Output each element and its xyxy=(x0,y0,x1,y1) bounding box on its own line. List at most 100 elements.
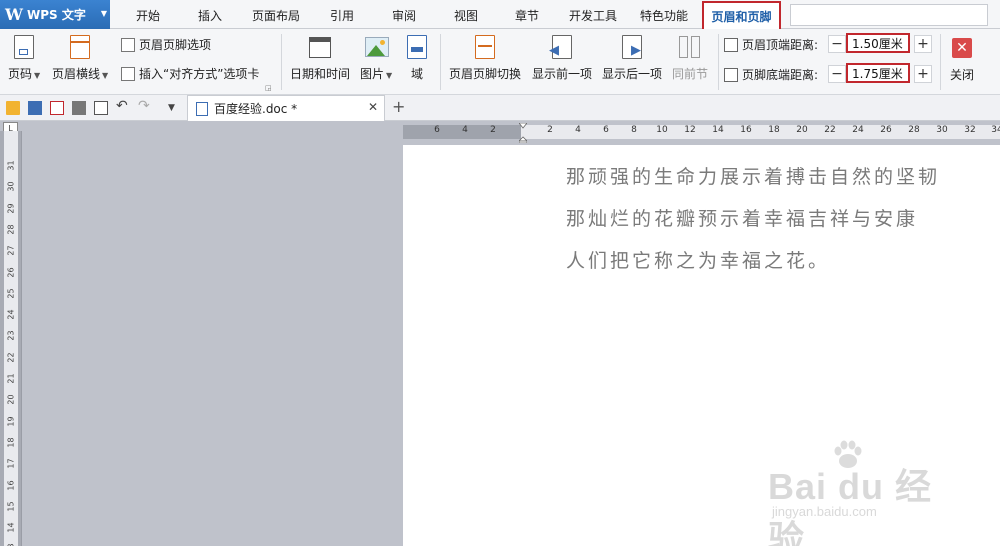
ruler-tick-label: 4 xyxy=(462,125,468,135)
ruler-tick-label: 14 xyxy=(712,125,724,135)
indent-marker-icon[interactable] xyxy=(519,123,527,143)
ruler-tick-label: 8 xyxy=(631,125,637,135)
footer-bottom-distance-input[interactable]: 1.75厘米 xyxy=(846,63,910,83)
ruler-tick-label: 15 xyxy=(6,501,16,512)
date-time-button[interactable]: 日期和时间 xyxy=(290,35,350,82)
chevron-down-icon: ▼ xyxy=(386,71,393,80)
app-menu-button[interactable]: W WPS 文字 ▼ xyxy=(0,0,110,29)
calendar-icon xyxy=(309,35,331,59)
field-button[interactable]: 域 xyxy=(406,35,428,82)
arrow-right-icon: ▶ xyxy=(621,35,643,59)
document-icon xyxy=(196,101,208,116)
footer-distance-decrease-button[interactable]: − xyxy=(828,65,846,83)
picture-button[interactable]: 图片 ▼ xyxy=(360,35,392,82)
tab-view[interactable]: 视图 xyxy=(454,7,478,24)
search-input[interactable] xyxy=(790,4,988,26)
header-top-distance-text: 页眉顶端距离: xyxy=(742,38,819,52)
quick-access-bar: ↶ ↷ ▼ 百度经验.doc * ✕ + xyxy=(0,95,1000,121)
header-distance-increase-button[interactable]: + xyxy=(914,35,932,53)
footer-bottom-distance-label: 页脚底端距离: xyxy=(724,66,818,83)
save-icon[interactable] xyxy=(28,101,42,115)
ruler-tick-label: 18 xyxy=(768,125,780,135)
ruler-tick-label: 6 xyxy=(434,125,440,135)
export-pdf-icon[interactable] xyxy=(50,101,64,115)
document-tab-name: 百度经验.doc * xyxy=(214,102,298,116)
ruler-tick-label: 14 xyxy=(6,522,16,533)
ribbon: 页码 ▼ 页眉横线 ▼ 页眉页脚选项 插入“对齐方式”选项卡 ◲ 日期和时间 图片 ▼ xyxy=(0,29,1000,95)
show-previous-button[interactable]: ◀ 显示前一项 xyxy=(532,35,592,82)
ruler-tick-label: 34 xyxy=(991,125,1000,135)
horizontal-ruler[interactable]: 6 4 2 2 4 6 8 10 12 14 16 18 20 22 24 26 28 30 32 34 xyxy=(403,121,1000,145)
ruler-tick-label: 24 xyxy=(6,309,16,320)
switch-header-footer-button[interactable]: 页眉页脚切换 xyxy=(449,35,521,82)
watermark-url: jingyan.baidu.com xyxy=(772,504,877,519)
ruler-tick-label: 28 xyxy=(6,224,16,235)
ruler-tick-label: 27 xyxy=(6,245,16,256)
header-top-distance-input[interactable]: 1.50厘米 xyxy=(846,33,910,53)
ruler-tick-label: 26 xyxy=(6,266,16,278)
footer-distance-icon xyxy=(724,67,738,82)
ruler-tick-label: 19 xyxy=(6,416,16,427)
print-preview-icon[interactable] xyxy=(94,101,108,115)
ruler-tick-label: 17 xyxy=(6,458,16,469)
page-number-button[interactable]: 页码 ▼ xyxy=(8,35,40,82)
header-line-label: 页眉横线 xyxy=(52,67,101,81)
ruler-tick-label: 10 xyxy=(656,125,668,135)
vertical-ruler[interactable]: 31 30 29 28 27 26 25 24 23 22 21 20 19 18 17 16 15 14 13 xyxy=(0,131,22,546)
footer-distance-increase-button[interactable]: + xyxy=(914,65,932,83)
tab-review[interactable]: 审阅 xyxy=(392,7,416,24)
footer-bottom-distance-text: 页脚底端距离: xyxy=(742,68,819,82)
ruler-tick-label: 24 xyxy=(852,125,864,135)
header-distance-icon xyxy=(724,37,738,52)
date-time-label: 日期和时间 xyxy=(290,67,351,81)
ruler-tick-label: 22 xyxy=(824,125,836,135)
tab-header-footer[interactable]: 页眉和页脚 xyxy=(702,1,781,30)
dialog-launcher-icon[interactable]: ◲ xyxy=(265,84,272,92)
new-tab-icon[interactable]: + xyxy=(392,97,405,116)
tab-home[interactable]: 开始 xyxy=(136,7,160,24)
header-footer-options-button[interactable]: 页眉页脚选项 xyxy=(121,36,211,53)
ruler-tick-label: 28 xyxy=(908,125,920,135)
tab-chapter[interactable]: 章节 xyxy=(515,7,539,24)
ruler-tick-label: 20 xyxy=(6,394,16,405)
show-next-label: 显示后一项 xyxy=(602,67,663,81)
close-tab-icon[interactable]: ✕ xyxy=(368,100,378,114)
document-tab[interactable]: 百度经验.doc * ✕ xyxy=(187,95,385,121)
app-name: WPS 文字 xyxy=(26,8,86,22)
document-line: 那顽强的生命力展示着搏击自然的坚韧 xyxy=(566,166,941,188)
divider xyxy=(281,34,282,90)
tab-page-layout[interactable]: 页面布局 xyxy=(252,7,300,24)
show-next-button[interactable]: ▶ 显示后一项 xyxy=(602,35,662,82)
print-icon[interactable] xyxy=(72,101,86,115)
ruler-tick-label: 16 xyxy=(6,479,16,491)
ruler-tick-label: 29 xyxy=(6,203,16,214)
header-distance-decrease-button[interactable]: − xyxy=(828,35,846,53)
insert-align-tab-label: 插入“对齐方式”选项卡 xyxy=(139,67,260,81)
tab-insert[interactable]: 插入 xyxy=(198,7,222,24)
header-line-button[interactable]: 页眉横线 ▼ xyxy=(52,35,108,82)
customize-toolbar-icon[interactable]: ▼ xyxy=(168,103,182,117)
ruler-tick-label: 26 xyxy=(880,125,892,135)
tab-developer[interactable]: 开发工具 xyxy=(569,7,617,24)
ruler-tick-label: 21 xyxy=(6,373,16,384)
chevron-down-icon: ▼ xyxy=(100,9,107,18)
ruler-tick-label: 2 xyxy=(490,125,496,135)
open-folder-icon[interactable] xyxy=(6,101,20,115)
undo-icon[interactable]: ↶ xyxy=(116,98,130,114)
page-number-icon xyxy=(13,35,35,59)
switch-icon xyxy=(474,35,496,59)
redo-icon[interactable]: ↷ xyxy=(138,98,152,114)
menu-bar: W WPS 文字 ▼ 开始 插入 页面布局 引用 审阅 视图 章节 开发工具 特… xyxy=(0,0,1000,30)
tab-references[interactable]: 引用 xyxy=(330,7,354,24)
picture-label: 图片 xyxy=(360,67,385,81)
tab-special-features[interactable]: 特色功能 xyxy=(640,7,688,24)
close-header-footer-button[interactable]: ✕ 关闭 xyxy=(950,38,974,83)
same-as-previous-button[interactable]: 同前节 xyxy=(672,35,708,82)
page-number-label: 页码 xyxy=(8,67,33,81)
arrow-left-icon: ◀ xyxy=(549,35,573,59)
insert-align-tab-button[interactable]: 插入“对齐方式”选项卡 xyxy=(121,65,259,82)
show-previous-label: 显示前一项 xyxy=(532,67,593,81)
watermark-text: Bai du 经验 xyxy=(768,466,933,546)
ruler-tick-label: 16 xyxy=(740,125,752,135)
ruler-tick-label: 30 xyxy=(6,181,16,192)
